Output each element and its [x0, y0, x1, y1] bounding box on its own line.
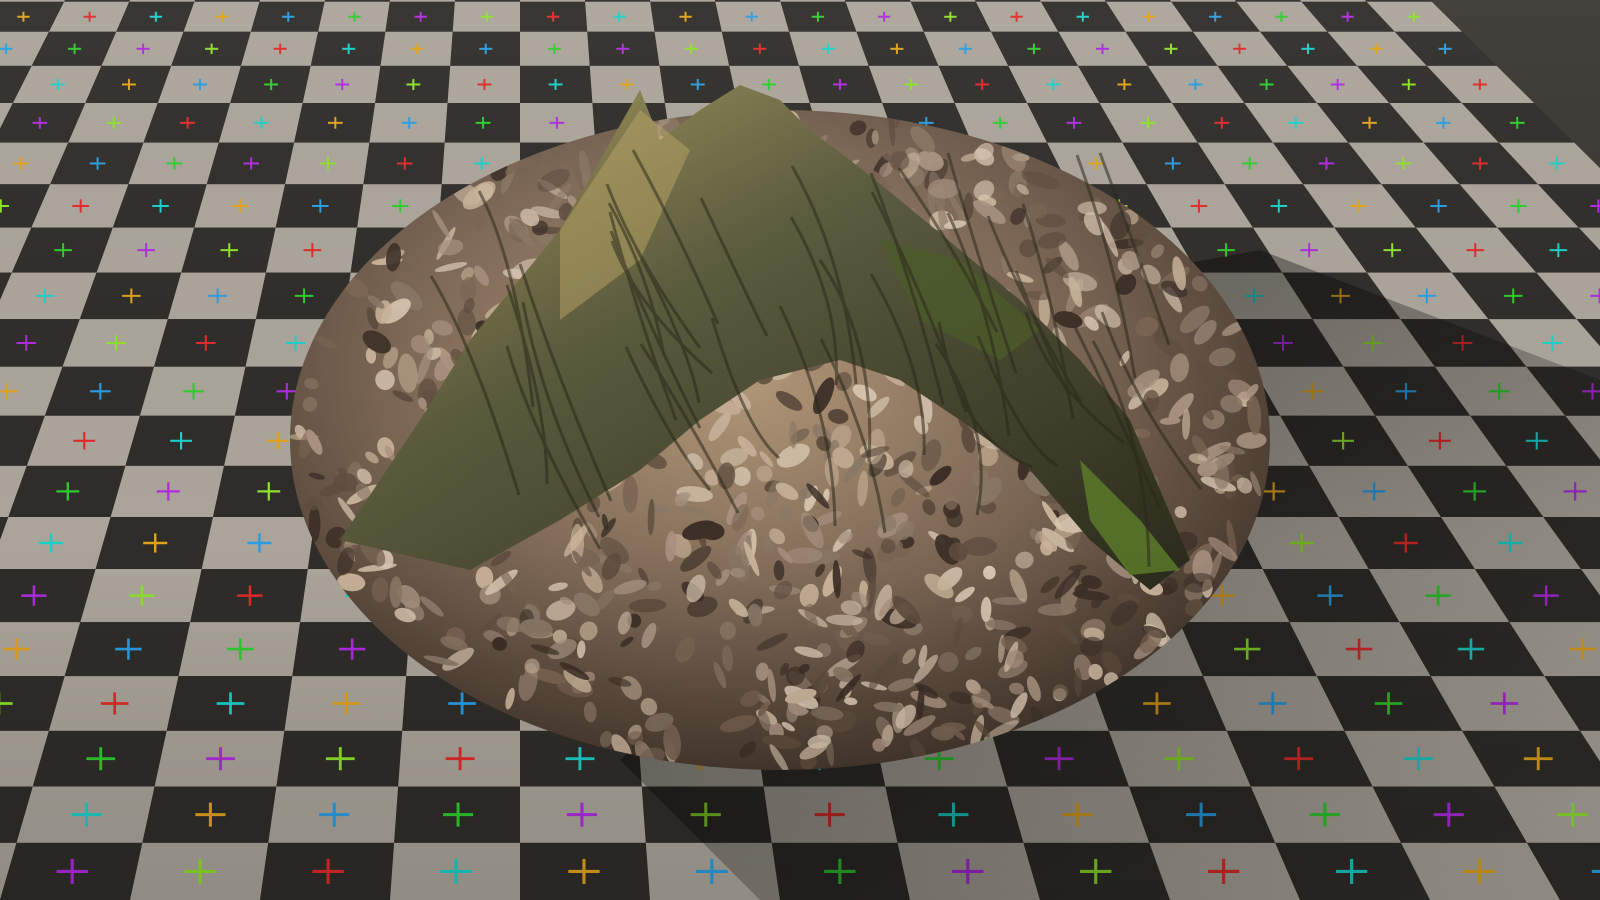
vignette: [0, 0, 1600, 900]
render-scene: [0, 0, 1600, 900]
